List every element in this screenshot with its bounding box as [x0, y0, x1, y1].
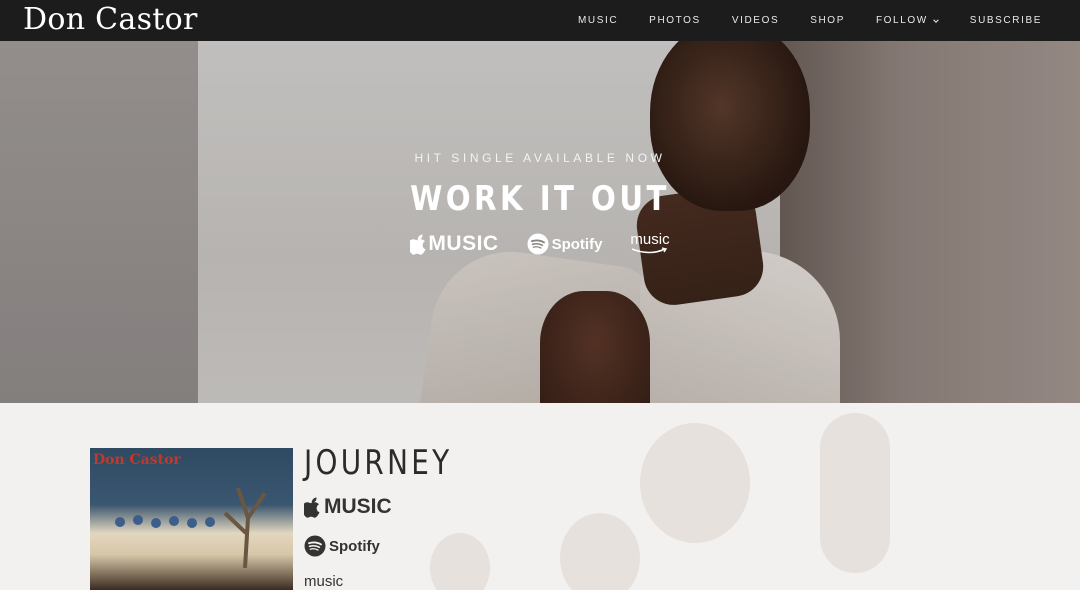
main-nav: MUSIC PHOTOS VIDEOS SHOP FOLLOW SUBSCRIB…	[547, 0, 1042, 41]
nav-item-shop[interactable]: SHOP	[810, 15, 845, 26]
chevron-down-icon	[933, 18, 939, 23]
hero-banner: HIT SINGLE AVAILABLE NOW WORK IT OUT MUS…	[0, 41, 1080, 403]
nav-item-photos[interactable]: PHOTOS	[649, 15, 701, 26]
nav-item-subscribe[interactable]: SUBSCRIBE	[970, 15, 1042, 26]
apple-icon	[304, 497, 320, 518]
spotify-link[interactable]: Spotify	[527, 233, 602, 255]
hero-title: WORK IT OUT	[410, 179, 670, 219]
release-section: Don Castor JOURNEY MUSIC Spotify music	[0, 403, 1080, 590]
album-cover[interactable]: Don Castor	[90, 448, 293, 590]
album-title: JOURNEY	[304, 443, 453, 483]
apple-icon	[410, 234, 426, 255]
spotify-icon	[527, 233, 549, 255]
site-logo[interactable]: Don Castor	[23, 2, 198, 38]
amazon-music-link[interactable]: music	[630, 232, 670, 255]
album-cover-artist: Don Castor	[93, 452, 181, 468]
hero-streaming-links: MUSIC Spotify music	[0, 229, 1080, 259]
spotify-icon	[304, 535, 326, 557]
album-apple-music-link[interactable]: MUSIC	[304, 495, 392, 519]
nav-item-videos[interactable]: VIDEOS	[732, 15, 779, 26]
apple-music-link[interactable]: MUSIC	[410, 232, 498, 256]
nav-item-music[interactable]: MUSIC	[578, 15, 618, 26]
hero-eyebrow: HIT SINGLE AVAILABLE NOW	[414, 151, 666, 165]
amazon-smile-icon	[631, 247, 668, 254]
album-spotify-link[interactable]: Spotify	[304, 535, 380, 557]
album-amazon-music-link[interactable]: music	[304, 573, 343, 590]
nav-item-follow[interactable]: FOLLOW	[876, 15, 939, 26]
top-navigation-bar: Don Castor MUSIC PHOTOS VIDEOS SHOP FOLL…	[0, 0, 1080, 41]
